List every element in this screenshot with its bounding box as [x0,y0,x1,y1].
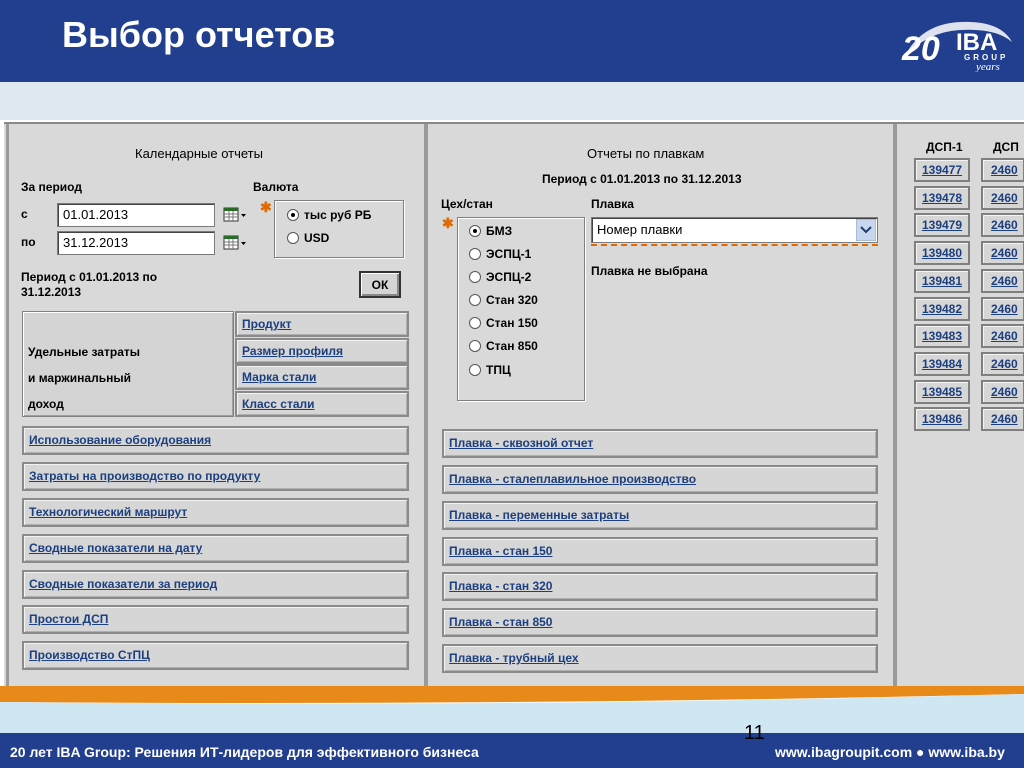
required-star-icon: ✱ [260,199,272,215]
currency-radio-byr[interactable] [287,209,299,221]
panel-divider-left [424,124,428,686]
link-tech-route[interactable]: Технологический маршрут [22,498,409,527]
shop-radio-stan850[interactable] [469,340,481,352]
logo-number: 20 [901,30,940,68]
date-from-field[interactable]: 01.01.2013 [57,203,215,227]
link-summary-by-date[interactable]: Сводные показатели на дату [22,534,409,563]
dsp1-melt-link[interactable]: 139485 [914,380,970,404]
melt-number-select[interactable]: Номер плавки [591,217,878,243]
unit-costs-label-line2: и маржинальный [28,371,131,385]
melt-period-text: Период с 01.01.2013 по 31.12.2013 [542,172,742,186]
dsp1-melt-link[interactable]: 139483 [914,324,970,348]
dsp2-melt-link[interactable]: 2460 [981,269,1024,293]
shop-radio-bmz[interactable] [469,225,481,237]
currency-option-byr-label: тыс руб РБ [304,208,372,222]
link-profile-size[interactable]: Размер профиля [235,338,409,364]
link-melt-steelmaking[interactable]: Плавка - сталеплавильное производство [442,465,878,494]
iba-logo: 20 IBA GROUP years [901,21,1012,72]
dsp2-melt-link[interactable]: 2460 [981,324,1024,348]
dsp2-melt-link[interactable]: 2460 [981,297,1024,321]
calendar-period-text-line1: Период с 01.01.2013 по [21,270,158,284]
link-steel-class[interactable]: Класс стали [235,391,409,417]
currency-option-usd-label: USD [304,231,330,245]
link-production-costs[interactable]: Затраты на производство по продукту [22,462,409,491]
shop-option-espc2-label: ЭСПЦ-2 [486,270,532,284]
currency-label: Валюта [253,180,299,194]
dsp1-melt-link[interactable]: 139482 [914,297,970,321]
calendar-reports-header: Календарные отчеты [135,146,263,161]
dsp1-melt-link[interactable]: 139478 [914,186,970,210]
dsp2-melt-link[interactable]: 2460 [981,241,1024,265]
page-number: 11 [744,722,765,744]
shop-radio-stan320[interactable] [469,294,481,306]
link-melt-stan850[interactable]: Плавка - стан 850 [442,608,878,637]
link-summary-by-period[interactable]: Сводные показатели за период [22,570,409,599]
dsp2-melt-link[interactable]: 2460 [981,213,1024,237]
dsp2-melt-link[interactable]: 2460 [981,352,1024,376]
melt-status-text: Плавка не выбрана [591,264,708,278]
to-label: по [21,235,36,249]
shop-radio-stan150[interactable] [469,317,481,329]
footer-tagline: 20 лет IBA Group: Решения ИТ-лидеров для… [10,744,479,760]
melt-number-select-value: Номер плавки [597,222,683,237]
required-underline [591,244,878,246]
slide-subheader-band [0,82,1024,120]
shop-option-stan150-label: Стан 150 [486,316,538,330]
panel-divider-right [893,124,897,686]
ok-button[interactable]: ОК [359,271,401,298]
shop-option-stan320-label: Стан 320 [486,293,538,307]
link-dsp-downtime[interactable]: Простои ДСП [22,605,409,634]
link-melt-variable-costs[interactable]: Плавка - переменные затраты [442,501,878,530]
logo-years: years [975,61,1000,72]
dsp1-melt-link[interactable]: 139480 [914,241,970,265]
logo-main: IBA [956,29,997,56]
calendar-from-icon[interactable] [222,204,248,226]
shop-option-stan850-label: Стан 850 [486,339,538,353]
link-stpc-production[interactable]: Производство СтПЦ [22,641,409,670]
link-melt-stan150[interactable]: Плавка - стан 150 [442,537,878,566]
slide-title: Выбор отчетов [62,14,336,55]
dsp2-column-header: ДСП [993,140,1019,154]
shop-label: Цех/стан [441,197,493,211]
dsp2-melt-link[interactable]: 2460 [981,380,1024,404]
link-melt-through[interactable]: Плавка - сквозной отчет [442,429,878,458]
link-melt-stan320[interactable]: Плавка - стан 320 [442,572,878,601]
melt-label: Плавка [591,197,634,211]
link-steel-grade[interactable]: Марка стали [235,364,409,390]
date-to-field[interactable]: 31.12.2013 [57,231,215,255]
unit-costs-label-line1: Удельные затраты [28,345,140,359]
currency-radio-usd[interactable] [287,232,299,244]
dsp1-melt-link[interactable]: 139477 [914,158,970,182]
calendar-period-text-line2: 31.12.2013 [21,285,82,299]
footer-urls: www.ibagroupit.com ● www.iba.by [775,744,1005,760]
unit-costs-label-line3: доход [28,397,64,411]
dsp1-melt-link[interactable]: 139481 [914,269,970,293]
shop-radio-tpc[interactable] [469,364,481,376]
link-melt-pipe-shop[interactable]: Плавка - трубный цех [442,644,878,673]
link-product[interactable]: Продукт [235,311,409,337]
melt-reports-header: Отчеты по плавкам [587,146,705,161]
dsp1-melt-link[interactable]: 139484 [914,352,970,376]
dsp2-melt-link[interactable]: 2460 [981,186,1024,210]
calendar-to-icon[interactable] [222,232,248,254]
shop-option-tpc-label: ТПЦ [486,363,511,377]
shop-radio-espc1[interactable] [469,248,481,260]
dsp1-melt-link[interactable]: 139479 [914,213,970,237]
shop-option-espc1-label: ЭСПЦ-1 [486,247,532,261]
dsp1-melt-link[interactable]: 139486 [914,407,970,431]
dsp2-melt-link[interactable]: 2460 [981,158,1024,182]
period-label: За период [21,180,82,194]
dsp1-column-header: ДСП-1 [926,140,963,154]
chevron-down-icon[interactable] [856,219,876,241]
shop-option-bmz-label: БМЗ [486,224,513,238]
panel-left-edge [6,124,9,686]
required-star-shop-icon: ✱ [442,215,454,231]
from-label: с [21,207,28,221]
shop-radio-espc2[interactable] [469,271,481,283]
dsp2-melt-link[interactable]: 2460 [981,407,1024,431]
link-equipment-usage[interactable]: Использование оборудования [22,426,409,455]
